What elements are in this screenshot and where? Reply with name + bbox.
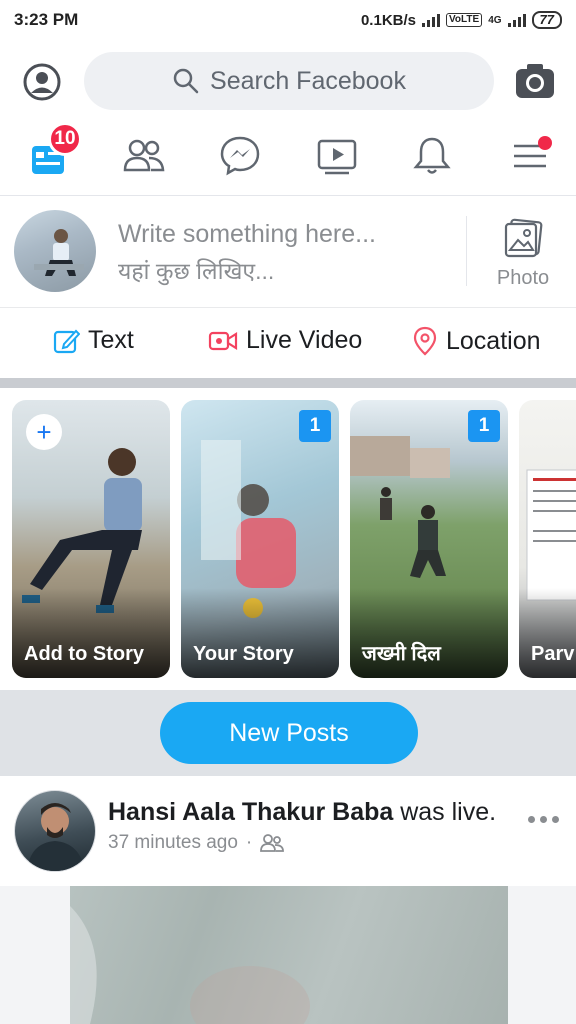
post-video-thumbnail[interactable] [70,886,508,1024]
composer-prompt: Write something here... [118,220,376,248]
photo-label: Photo [496,267,550,289]
live-video-icon [208,331,238,350]
friends-audience-icon [260,834,285,852]
location-button[interactable]: Location [412,326,541,356]
new-posts-band: New Posts [0,690,576,776]
story-card-document[interactable]: Parv Mehr [519,400,576,678]
post-header: Hansi Aala Thakur Baba was live. 37 minu… [0,776,576,886]
text-action-label: Text [88,326,134,354]
battery-indicator: 77 [531,11,562,29]
divider [466,216,467,286]
network-gen: 4G [488,14,502,26]
status-indicators: 0.1KB/s VoLTE 4G 77 [361,11,562,29]
camera-icon[interactable] [514,62,556,100]
signal-icon-2 [507,13,526,27]
top-bar: Search Facebook [0,48,576,116]
story-card-friend[interactable]: 1 जख्मी दिल [350,400,508,678]
nav-bar: 10 [0,122,576,196]
bell-icon [413,137,451,174]
profile-icon[interactable] [22,62,62,102]
edit-icon [53,329,80,353]
avatar[interactable] [14,790,96,872]
post-author[interactable]: Hansi Aala Thakur Baba [108,798,393,826]
post-meta: 37 minutes ago · [108,832,285,854]
live-video-label: Live Video [246,326,363,354]
status-time: 3:23 PM [14,10,79,29]
new-posts-button[interactable]: New Posts [160,702,418,764]
photo-icon [504,218,543,258]
section-separator [0,378,576,388]
signal-icon [422,13,440,27]
network-speed: 0.1KB/s [360,11,416,29]
friends-icon [123,139,165,172]
messenger-icon [220,136,260,176]
tab-notifications[interactable] [410,134,454,178]
photo-button[interactable]: Photo [490,218,556,290]
composer-prompt-hindi: यहां कुछ लिखिए... [118,258,275,284]
composer-actions: Text Live Video Location [0,308,576,378]
stories-tray: + Add to Story 1 Your Story 1 जख्मी दिल … [0,388,576,690]
text-post-button[interactable]: Text [52,326,134,355]
tab-messenger[interactable] [218,134,262,178]
tab-home[interactable]: 10 [28,122,82,178]
more-options-icon[interactable] [528,816,562,826]
avatar[interactable] [14,210,96,292]
story-card-your[interactable]: 1 Your Story [181,400,339,678]
story-count-badge: 1 [468,410,500,442]
status-bar: 3:23 PM 0.1KB/s VoLTE 4G 77 [0,0,576,40]
story-label: Your Story [193,643,294,665]
post-action: was live. [393,798,497,826]
tab-friends[interactable] [122,134,166,178]
location-label: Location [446,326,541,355]
video-frame [70,906,310,1024]
post-time[interactable]: 37 minutes ago [108,832,238,854]
story-label: Parv Mehr [531,643,576,665]
home-badge: 10 [48,122,82,156]
tab-menu[interactable] [508,134,552,178]
story-card-add[interactable]: + Add to Story [12,400,170,678]
post-composer[interactable]: Write something here... यहां कुछ लिखिए..… [0,196,576,308]
search-icon [173,68,199,94]
menu-notification-dot [538,136,552,150]
story-label: जख्मी दिल [362,643,441,665]
location-pin-icon [413,326,437,356]
post-title: Hansi Aala Thakur Baba was live. [108,798,496,827]
post-meta-dot: · [245,832,253,853]
add-story-plus-icon[interactable]: + [26,414,62,450]
live-video-button[interactable]: Live Video [208,326,362,355]
tab-watch[interactable] [315,134,359,178]
search-input[interactable]: Search Facebook [84,52,494,110]
search-placeholder: Search Facebook [210,66,406,95]
volte-badge: VoLTE [446,13,483,27]
story-count-badge: 1 [299,410,331,442]
watch-video-icon [317,139,357,175]
story-label: Add to Story [24,643,144,665]
